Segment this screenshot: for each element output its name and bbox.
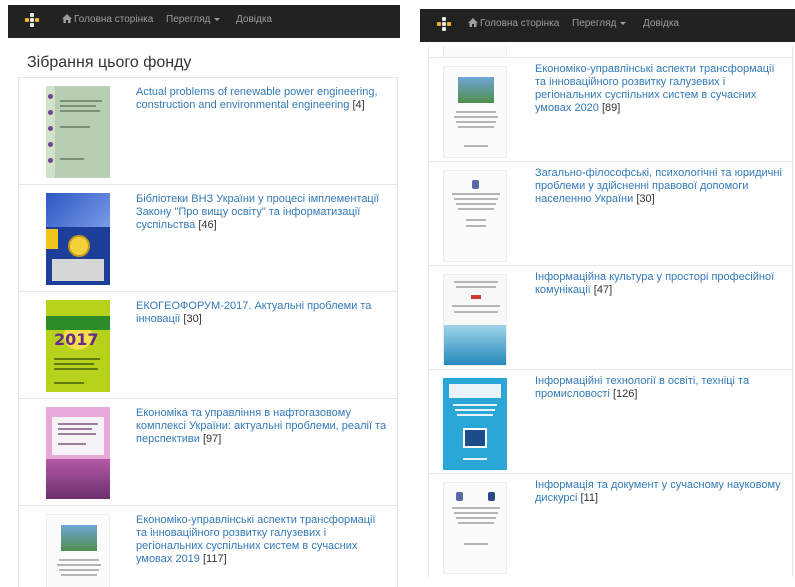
pink-cover-thumbnail[interactable] bbox=[46, 407, 110, 499]
item-count: [47] bbox=[593, 284, 613, 296]
collection-link[interactable]: Загально-філософські, психологічні та юр… bbox=[535, 167, 784, 206]
nav-view-label: Перегляд bbox=[572, 18, 617, 29]
nav-view-dropdown[interactable]: Перегляд bbox=[572, 18, 627, 29]
list-item: Загально-філософські, психологічні та юр… bbox=[429, 161, 792, 265]
collection-title: Економіка та управління в нафтогазовому … bbox=[136, 407, 387, 445]
collection-title: Інформаційні технології в освіті, техніц… bbox=[535, 375, 750, 400]
partial-thumbnail bbox=[443, 46, 507, 57]
white-cover-thumbnail[interactable] bbox=[443, 482, 507, 574]
collection-list: Actual problems of renewable power engin… bbox=[18, 77, 398, 587]
collection-title: Загально-філософські, психологічні та юр… bbox=[535, 167, 782, 205]
navbar: Головна сторінка Перегляд Довідка bbox=[8, 5, 400, 38]
collection-title: Actual problems of renewable power engin… bbox=[136, 86, 378, 111]
list-item: 2017 ЕКОГЕОФОРУМ-2017. Актуальні проблем… bbox=[19, 291, 397, 398]
list-item: Бібліотеки ВНЗ України у процесі імплеме… bbox=[19, 184, 397, 291]
logo-icon[interactable] bbox=[437, 17, 451, 31]
collection-list: Економіко-управлінські аспекти трансформ… bbox=[428, 46, 793, 577]
lime-cover-thumbnail[interactable]: 2017 bbox=[46, 300, 110, 392]
collection-link[interactable]: Бібліотеки ВНЗ України у процесі імплеме… bbox=[136, 193, 389, 232]
home-icon bbox=[62, 14, 72, 23]
blue-cover-thumbnail[interactable] bbox=[46, 193, 110, 285]
item-count: [126] bbox=[612, 388, 638, 400]
item-count: [30] bbox=[636, 193, 655, 205]
item-count: [117] bbox=[202, 553, 227, 565]
nav-home-label: Головна сторінка bbox=[480, 18, 560, 29]
item-count: [4] bbox=[352, 99, 365, 111]
list-item-partial bbox=[429, 46, 792, 57]
navbar: Головна сторінка Перегляд Довідка bbox=[420, 9, 795, 42]
collection-title: Інформаційна культура у просторі професі… bbox=[535, 271, 775, 296]
collection-title: Бібліотеки ВНЗ України у процесі імплеме… bbox=[136, 193, 380, 231]
white-cover-thumbnail[interactable] bbox=[443, 170, 507, 262]
list-item: Економіко-управлінські аспекти трансформ… bbox=[19, 505, 397, 587]
collection-title: Інформація та документ у сучасному науко… bbox=[535, 479, 781, 504]
green-cover-thumbnail[interactable] bbox=[46, 86, 110, 178]
item-count: [30] bbox=[183, 313, 202, 325]
nav-help-label: Довідка bbox=[643, 18, 679, 29]
item-count: [89] bbox=[601, 102, 621, 114]
collection-link[interactable]: Економіка та управління в нафтогазовому … bbox=[136, 407, 389, 446]
collection-link[interactable]: Економіко-управлінські аспекти трансформ… bbox=[136, 514, 389, 566]
logo-icon[interactable] bbox=[25, 13, 39, 27]
item-count: [97] bbox=[202, 433, 222, 445]
collection-link[interactable]: ЕКОГЕОФОРУМ-2017. Актуальні проблеми та … bbox=[136, 300, 389, 326]
nav-help-link[interactable]: Довідка bbox=[236, 14, 272, 25]
caret-down-icon bbox=[620, 21, 627, 25]
left-screenshot-panel: Головна сторінка Перегляд Довідка Зібран… bbox=[8, 5, 400, 587]
list-item: Економіка та управління в нафтогазовому … bbox=[19, 398, 397, 505]
nav-home-link[interactable]: Головна сторінка bbox=[468, 18, 559, 29]
nav-help-link[interactable]: Довідка bbox=[643, 18, 679, 29]
collection-link[interactable]: Actual problems of renewable power engin… bbox=[136, 86, 389, 112]
caret-down-icon bbox=[214, 17, 221, 21]
home-icon bbox=[468, 18, 478, 27]
list-item: Інформаційна культура у просторі професі… bbox=[429, 265, 792, 369]
collection-link[interactable]: Інформаційні технології в освіті, техніц… bbox=[535, 375, 784, 401]
nav-home-link[interactable]: Головна сторінка bbox=[62, 14, 153, 25]
collection-title: Економіко-управлінські аспекти трансформ… bbox=[136, 514, 376, 565]
nav-view-label: Перегляд bbox=[166, 14, 211, 25]
collection-title: ЕКОГЕОФОРУМ-2017. Актуальні проблеми та … bbox=[136, 300, 372, 325]
wave-cover-thumbnail[interactable] bbox=[443, 274, 507, 366]
right-screenshot-panel: Головна сторінка Перегляд Довідка Економ… bbox=[420, 5, 795, 587]
nav-home-label: Головна сторінка bbox=[74, 14, 154, 25]
list-item: Інформаційні технології в освіті, техніц… bbox=[429, 369, 792, 473]
collection-link[interactable]: Інформаційна культура у просторі професі… bbox=[535, 271, 784, 297]
white-cover-thumbnail[interactable] bbox=[46, 514, 110, 587]
white-cover-thumbnail[interactable] bbox=[443, 66, 507, 158]
page-title: Зібрання цього фонду bbox=[27, 54, 192, 71]
cyan-cover-thumbnail[interactable] bbox=[443, 378, 507, 470]
item-count: [11] bbox=[580, 492, 599, 504]
collection-link[interactable]: Інформація та документ у сучасному науко… bbox=[535, 479, 784, 505]
list-item: Інформація та документ у сучасному науко… bbox=[429, 473, 792, 577]
nav-view-dropdown[interactable]: Перегляд bbox=[166, 14, 221, 25]
list-item: Економіко-управлінські аспекти трансформ… bbox=[429, 57, 792, 161]
nav-help-label: Довідка bbox=[236, 14, 272, 25]
collection-link[interactable]: Економіко-управлінські аспекти трансформ… bbox=[535, 63, 784, 115]
list-item: Actual problems of renewable power engin… bbox=[19, 77, 397, 184]
collection-title: Економіко-управлінські аспекти трансформ… bbox=[535, 63, 775, 114]
item-count: [46] bbox=[198, 219, 217, 231]
